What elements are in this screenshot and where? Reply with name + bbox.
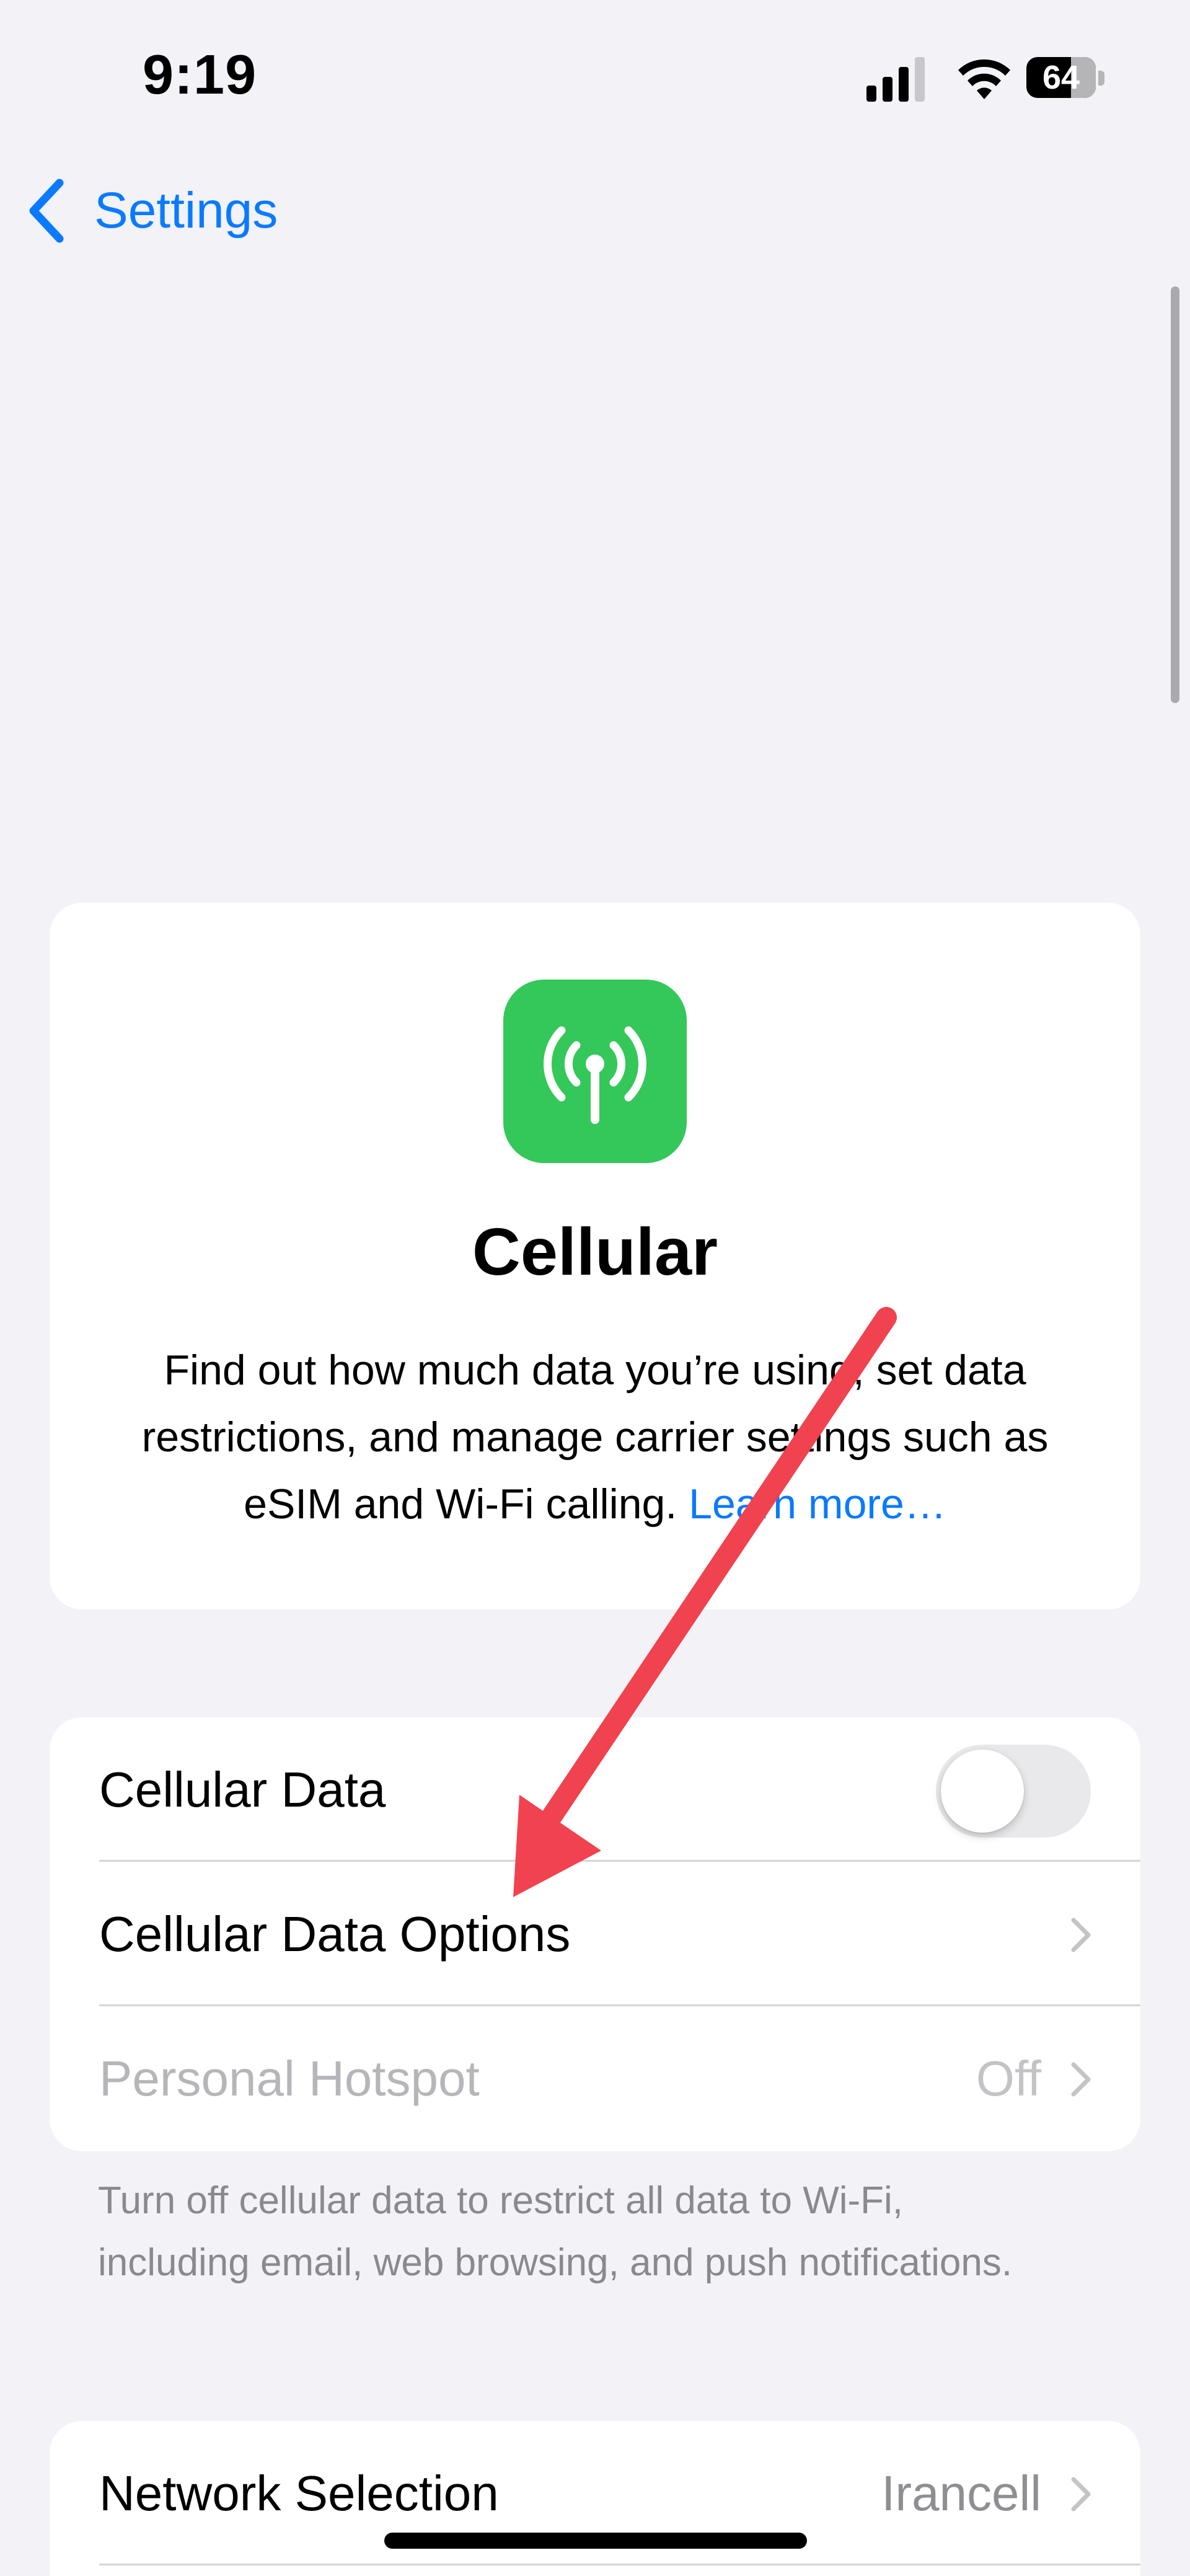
battery-level: 64: [1042, 59, 1080, 96]
battery-nub: [1098, 71, 1104, 86]
chevron-right-icon: [1071, 2062, 1091, 2097]
network-selection-value: Irancell: [881, 2466, 1041, 2521]
chevron-right-icon: [1071, 1918, 1091, 1952]
scroll-indicator[interactable]: [1171, 286, 1179, 703]
header-description: Find out how much data you’re using, set…: [93, 1337, 1097, 1538]
network-settings-group: Network Selection Irancell: [50, 2421, 1140, 2576]
cellular-data-options-label: Cellular Data Options: [99, 1906, 571, 1962]
cellular-data-label: Cellular Data: [99, 1762, 386, 1817]
cellular-data-toggle[interactable]: [936, 1745, 1091, 1838]
page-title: Cellular: [472, 1214, 718, 1289]
back-button[interactable]: Settings: [25, 174, 278, 248]
cellular-footer-note: Turn off cellular data to restrict all d…: [98, 2179, 1013, 2284]
chevron-right-icon: [1071, 2477, 1091, 2512]
cellular-settings-group: Cellular Data Cellular Data Options Pers…: [50, 1717, 1140, 2151]
back-label: Settings: [94, 182, 278, 239]
divider: [99, 2564, 1140, 2565]
toggle-knob: [941, 1750, 1024, 1833]
home-indicator[interactable]: [384, 2533, 807, 2549]
learn-more-link[interactable]: Learn more…: [689, 1481, 946, 1528]
cellular-data-options-row[interactable]: Cellular Data Options: [50, 1862, 1140, 2006]
status-time: 9:19: [143, 44, 257, 106]
personal-hotspot-value: Off: [976, 2051, 1041, 2106]
cellular-settings-screen: 9:19 64 Settings Cellular Find out how m…: [0, 0, 1190, 2576]
cellular-data-row: Cellular Data: [50, 1717, 1140, 1862]
personal-hotspot-row[interactable]: Personal Hotspot Off: [50, 2006, 1140, 2151]
chevron-left-icon: [29, 179, 64, 243]
header-card: Cellular Find out how much data you’re u…: [50, 903, 1140, 1609]
antenna-icon: [503, 980, 687, 1163]
wifi-icon: [958, 59, 1010, 99]
status-icons: 64: [866, 55, 1109, 102]
battery-icon: 64: [1026, 57, 1096, 98]
personal-hotspot-label: Personal Hotspot: [99, 2051, 480, 2106]
